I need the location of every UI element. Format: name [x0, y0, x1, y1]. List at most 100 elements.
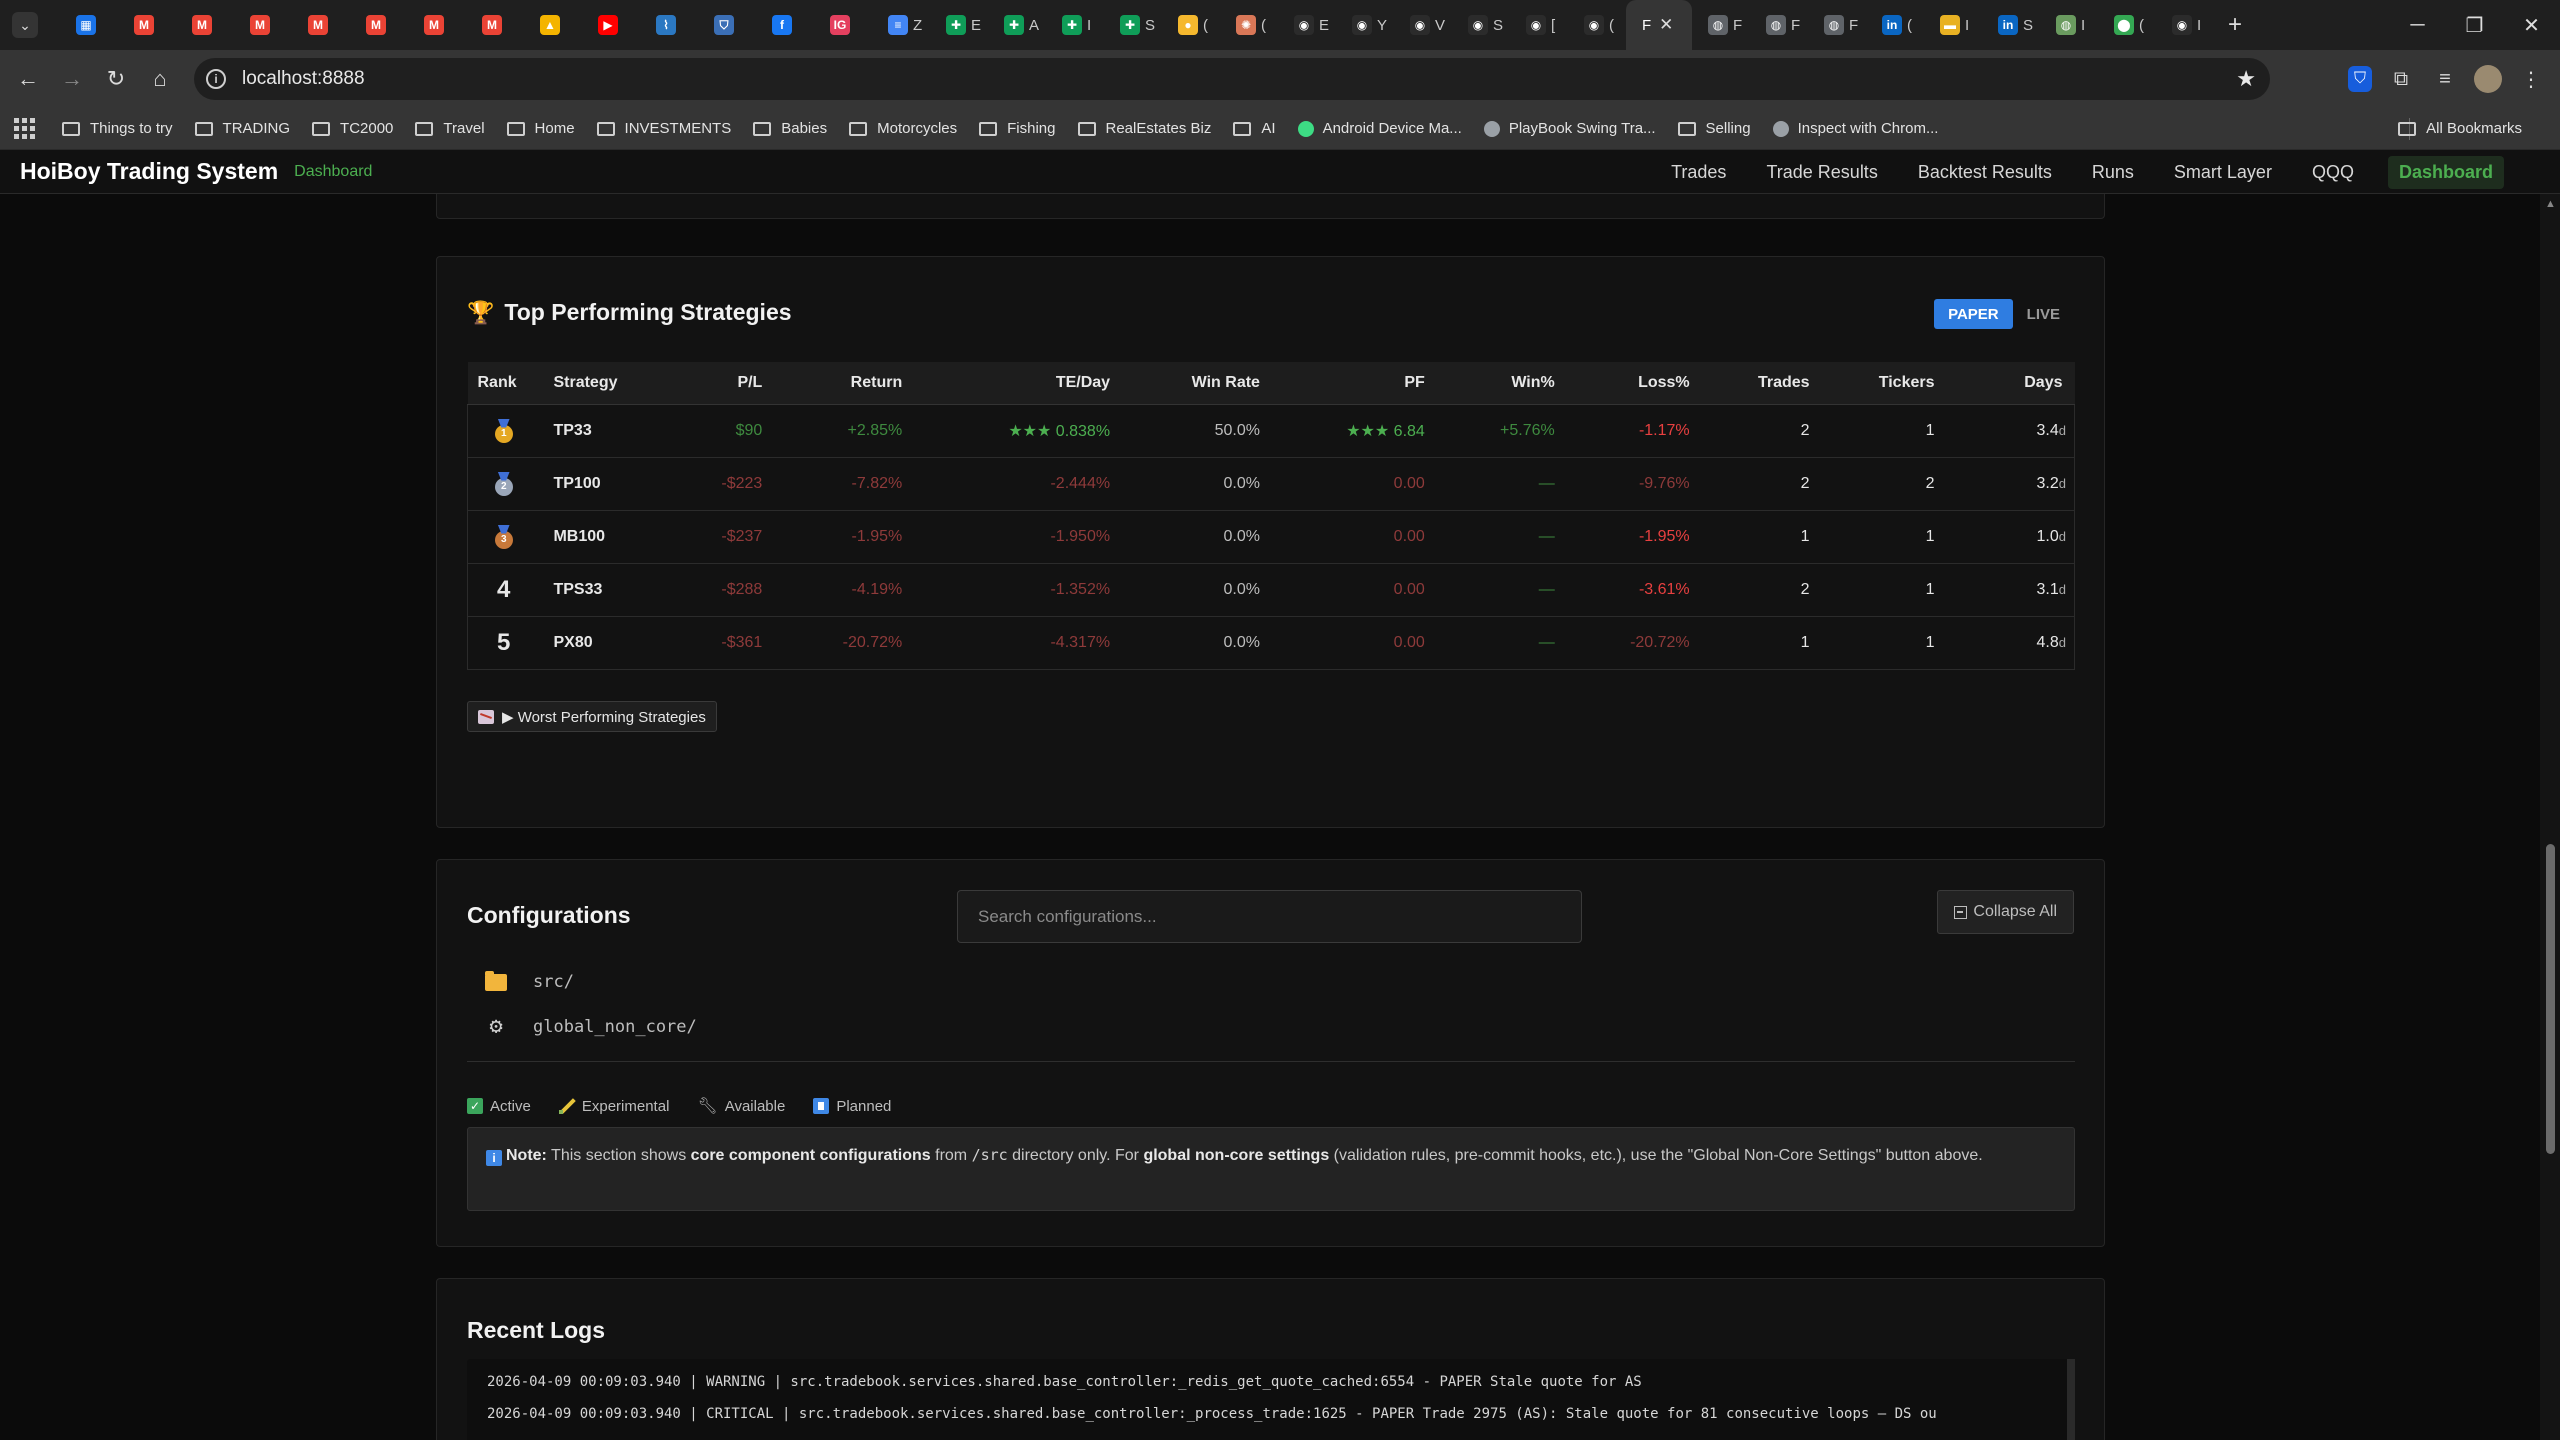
worst-strategies-toggle[interactable]: ▶ Worst Performing Strategies	[467, 701, 717, 732]
browser-tab[interactable]: ◉ I	[2156, 0, 2214, 50]
bookmark-item[interactable]: Babies	[753, 120, 827, 137]
restore-icon[interactable]: ❐	[2446, 0, 2503, 50]
scroll-up-icon[interactable]: ▲	[2545, 198, 2556, 210]
col-pl[interactable]: P/L	[679, 362, 775, 405]
url-text[interactable]: localhost:8888	[242, 68, 365, 90]
scrollbar-thumb[interactable]	[2546, 844, 2555, 1154]
app-title[interactable]: HoiBoy Trading System	[20, 158, 278, 185]
bookmark-item[interactable]: Fishing	[979, 120, 1056, 137]
bookmark-item[interactable]: Things to try	[62, 120, 173, 137]
col-rank[interactable]: Rank	[467, 362, 540, 405]
bookmark-item[interactable]: RealEstates Biz	[1077, 120, 1211, 137]
browser-tab[interactable]: M	[292, 0, 350, 50]
browser-tab[interactable]: in (	[1866, 0, 1924, 50]
apps-grid-icon[interactable]	[14, 117, 36, 140]
bookmark-item[interactable]: Selling	[1677, 120, 1751, 137]
browser-tab[interactable]: ◍ F	[1808, 0, 1866, 50]
config-search-input[interactable]	[957, 890, 1582, 943]
all-bookmarks-button[interactable]: All Bookmarks	[2398, 120, 2522, 137]
tree-item-global-non-core[interactable]: ⚙ global_non_core/	[467, 1014, 696, 1039]
browser-tab[interactable]: ✚ I	[1046, 0, 1104, 50]
browser-tab[interactable]: ✚ A	[988, 0, 1046, 50]
table-row[interactable]: 1 TP33 $90 +2.85% ★★★ 0.838% 50.0% ★★★ 6.84 +5.…	[467, 404, 2075, 458]
media-control-icon[interactable]: ≡	[2430, 64, 2460, 94]
browser-tab[interactable]: ◍ F	[1692, 0, 1750, 50]
log-scrollbar[interactable]	[2067, 1359, 2075, 1440]
browser-tab[interactable]: M	[176, 0, 234, 50]
minimize-icon[interactable]: ─	[2389, 0, 2446, 50]
browser-tab[interactable]: ▦	[60, 0, 118, 50]
close-window-icon[interactable]: ✕	[2503, 0, 2560, 50]
browser-tab[interactable]: ≡ Z	[872, 0, 930, 50]
browser-menu-icon[interactable]: ⋮	[2516, 64, 2546, 94]
browser-tab[interactable]: ◉(	[1568, 0, 1626, 50]
browser-tab[interactable]: M	[350, 0, 408, 50]
col-win-pct[interactable]: Win%	[1436, 362, 1567, 405]
browser-tab[interactable]: M	[408, 0, 466, 50]
log-output[interactable]: 2026-04-09 00:09:03.940 | WARNING | src.…	[467, 1359, 2075, 1440]
browser-tab[interactable]: ✚ E	[930, 0, 988, 50]
bitwarden-icon[interactable]: ⛉	[2348, 66, 2372, 92]
browser-tab[interactable]: M	[466, 0, 524, 50]
col-pf[interactable]: PF	[1271, 362, 1437, 405]
table-row[interactable]: 4 TPS33 -$288 -4.19% -1.352% 0.0% 0.00— -3.61% 2…	[467, 563, 2075, 617]
forward-icon[interactable]: →	[50, 57, 94, 101]
browser-tab-active[interactable]: F ✕	[1626, 0, 1692, 50]
nav-trade-results[interactable]: Trade Results	[1766, 162, 1877, 183]
nav-dashboard[interactable]: Dashboard	[2387, 155, 2504, 189]
browser-tab[interactable]: ▲	[524, 0, 582, 50]
collapse-all-button[interactable]: Collapse All	[1937, 890, 2074, 934]
bookmark-star-icon[interactable]: ★	[2236, 66, 2256, 92]
browser-tab[interactable]: M	[118, 0, 176, 50]
bookmark-item[interactable]: Travel	[415, 120, 485, 137]
back-icon[interactable]: ←	[6, 57, 50, 101]
home-icon[interactable]: ⌂	[138, 57, 182, 101]
browser-tab[interactable]: ◉ S	[1452, 0, 1510, 50]
bookmark-item[interactable]: PlayBook Swing Tra...	[1483, 120, 1656, 137]
col-win-rate[interactable]: Win Rate	[1122, 362, 1272, 405]
browser-tab[interactable]: ▶	[582, 0, 640, 50]
col-return[interactable]: Return	[774, 362, 915, 405]
browser-tab[interactable]: ⬤(	[2098, 0, 2156, 50]
nav-trades[interactable]: Trades	[1671, 162, 1726, 183]
browser-tab[interactable]: ●(	[1162, 0, 1220, 50]
nav-backtest-results[interactable]: Backtest Results	[1918, 162, 2052, 183]
tab-search-chevron-icon[interactable]: ⌄	[12, 12, 38, 38]
table-row[interactable]: 3 MB100 -$237 -1.95% -1.950% 0.0% 0.00— -1.95% 1…	[467, 510, 2075, 564]
bookmark-item[interactable]: TC2000	[312, 120, 393, 137]
col-tickers[interactable]: Tickers	[1821, 362, 1947, 405]
col-te-day[interactable]: TE/Day	[914, 362, 1123, 405]
col-loss-pct[interactable]: Loss%	[1566, 362, 1702, 405]
bookmark-item[interactable]: INVESTMENTS	[596, 120, 731, 137]
extensions-puzzle-icon[interactable]: ⧉	[2386, 64, 2416, 94]
browser-tab[interactable]: IG	[814, 0, 872, 50]
col-strategy[interactable]: Strategy	[539, 362, 680, 405]
col-trades[interactable]: Trades	[1701, 362, 1822, 405]
browser-tab[interactable]: ◉[	[1510, 0, 1568, 50]
site-info-icon[interactable]: i	[206, 69, 226, 89]
browser-tab[interactable]: ⌇	[640, 0, 698, 50]
browser-tab[interactable]: ◍ I	[2040, 0, 2098, 50]
browser-tab[interactable]: ▬ I	[1924, 0, 1982, 50]
omnibox[interactable]: i localhost:8888 ★	[194, 58, 2270, 100]
col-days[interactable]: Days	[1946, 362, 2075, 405]
browser-tab[interactable]: ⛉	[698, 0, 756, 50]
bookmark-item[interactable]: TRADING	[194, 120, 290, 137]
live-mode-button[interactable]: LIVE	[2013, 299, 2074, 329]
new-tab-button[interactable]: +	[2228, 11, 2242, 39]
browser-tab[interactable]: ✚ S	[1104, 0, 1162, 50]
browser-tab[interactable]: ◉ V	[1394, 0, 1452, 50]
nav-qqq[interactable]: QQQ	[2312, 162, 2354, 183]
bookmark-item[interactable]: Android Device Ma...	[1297, 120, 1462, 137]
browser-tab[interactable]: ◍ F	[1750, 0, 1808, 50]
reload-icon[interactable]: ↻	[94, 57, 138, 101]
browser-tab[interactable]: ◉ Y	[1336, 0, 1394, 50]
close-tab-icon[interactable]: ✕	[1659, 15, 1673, 35]
nav-smart-layer[interactable]: Smart Layer	[2174, 162, 2272, 183]
browser-tab[interactable]: M	[234, 0, 292, 50]
tree-item-src[interactable]: src/	[467, 970, 574, 992]
browser-tab[interactable]: ✺(	[1220, 0, 1278, 50]
bookmark-item[interactable]: Home	[506, 120, 575, 137]
table-row[interactable]: 5 PX80 -$361 -20.72% -4.317% 0.0% 0.00— -20.72%…	[467, 616, 2075, 670]
browser-tab[interactable]: ◉ E	[1278, 0, 1336, 50]
